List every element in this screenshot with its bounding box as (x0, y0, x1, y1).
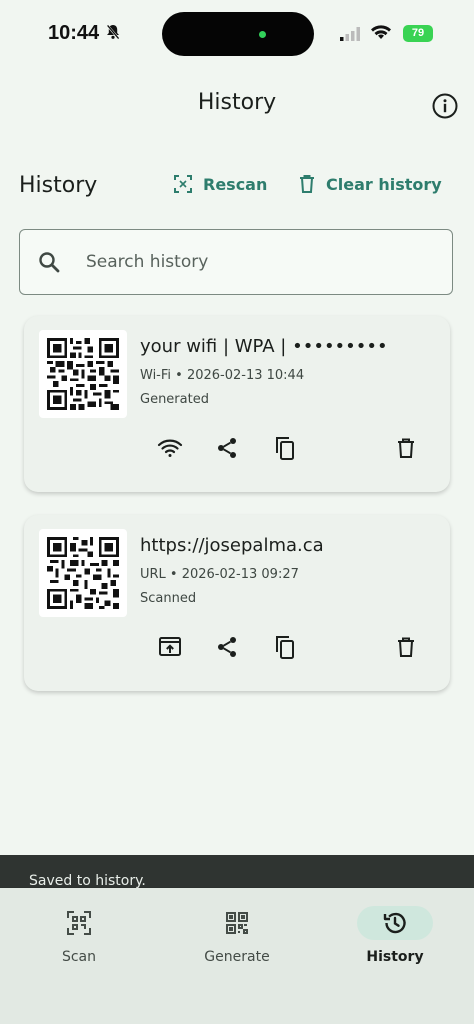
nav-item-generate[interactable]: Generate (158, 888, 316, 988)
qr-code-thumbnail (39, 330, 127, 418)
wifi-status-icon (370, 24, 392, 44)
history-item-meta: Wi-Fi • 2026-02-13 10:44 (140, 368, 305, 383)
trash-icon (300, 175, 314, 193)
search-input[interactable] (84, 251, 418, 273)
delete-icon (398, 438, 414, 458)
share-icon (218, 438, 236, 458)
qr-code-icon (205, 906, 269, 940)
clear-history-label: Clear history (326, 174, 442, 194)
open-link-button[interactable] (153, 630, 187, 664)
app-bar-title: History (197, 90, 277, 115)
search-field[interactable] (19, 229, 453, 295)
share-button[interactable] (210, 431, 244, 465)
history-icon (357, 906, 433, 940)
info-icon[interactable] (431, 92, 459, 124)
delete-icon (398, 637, 414, 657)
open-in-browser-icon (159, 637, 181, 656)
search-icon (39, 252, 60, 273)
silent-bell-icon (106, 24, 120, 44)
rescan-button[interactable]: Rescan (173, 174, 267, 194)
share-button[interactable] (210, 630, 244, 664)
history-item-status: Scanned (140, 591, 197, 606)
cellular-signal-icon (340, 26, 362, 45)
battery-icon: 79 (403, 25, 433, 42)
copy-button[interactable] (268, 630, 302, 664)
connect-wifi-button[interactable] (153, 431, 187, 465)
history-item[interactable]: https://josepalma.ca URL • 2026-02-13 09… (24, 515, 450, 691)
nav-item-history[interactable]: History (316, 888, 474, 988)
nav-label-history: History (366, 949, 424, 965)
delete-button[interactable] (389, 431, 423, 465)
history-item-title: https://josepalma.ca (140, 535, 324, 556)
history-item[interactable]: your wifi | WPA | ••••••••• Wi-Fi • 2026… (24, 316, 450, 492)
bottom-navigation: Scan Generate History (0, 888, 474, 1024)
qr-scanner-icon (47, 906, 111, 940)
wifi-icon (157, 439, 183, 457)
status-bar: 10:44 79 (0, 0, 474, 70)
delete-button[interactable] (389, 630, 423, 664)
clear-history-button[interactable]: Clear history (298, 174, 442, 194)
nav-label-generate: Generate (204, 949, 270, 965)
rescan-label: Rescan (203, 174, 268, 194)
nav-label-scan: Scan (61, 949, 97, 965)
snackbar-message: Saved to history. (29, 873, 146, 889)
history-item-title: your wifi | WPA | ••••••••• (140, 336, 388, 357)
qr-code-thumbnail (39, 529, 127, 617)
copy-icon (276, 437, 294, 460)
share-icon (218, 637, 236, 657)
copy-icon (276, 636, 294, 659)
section-title: History (19, 173, 98, 198)
scan-icon (174, 175, 192, 193)
copy-button[interactable] (268, 431, 302, 465)
history-item-meta: URL • 2026-02-13 09:27 (140, 567, 299, 582)
history-item-status: Generated (140, 392, 209, 407)
status-time: 10:44 (48, 22, 100, 44)
nav-item-scan[interactable]: Scan (0, 888, 158, 988)
dynamic-island (162, 12, 314, 56)
